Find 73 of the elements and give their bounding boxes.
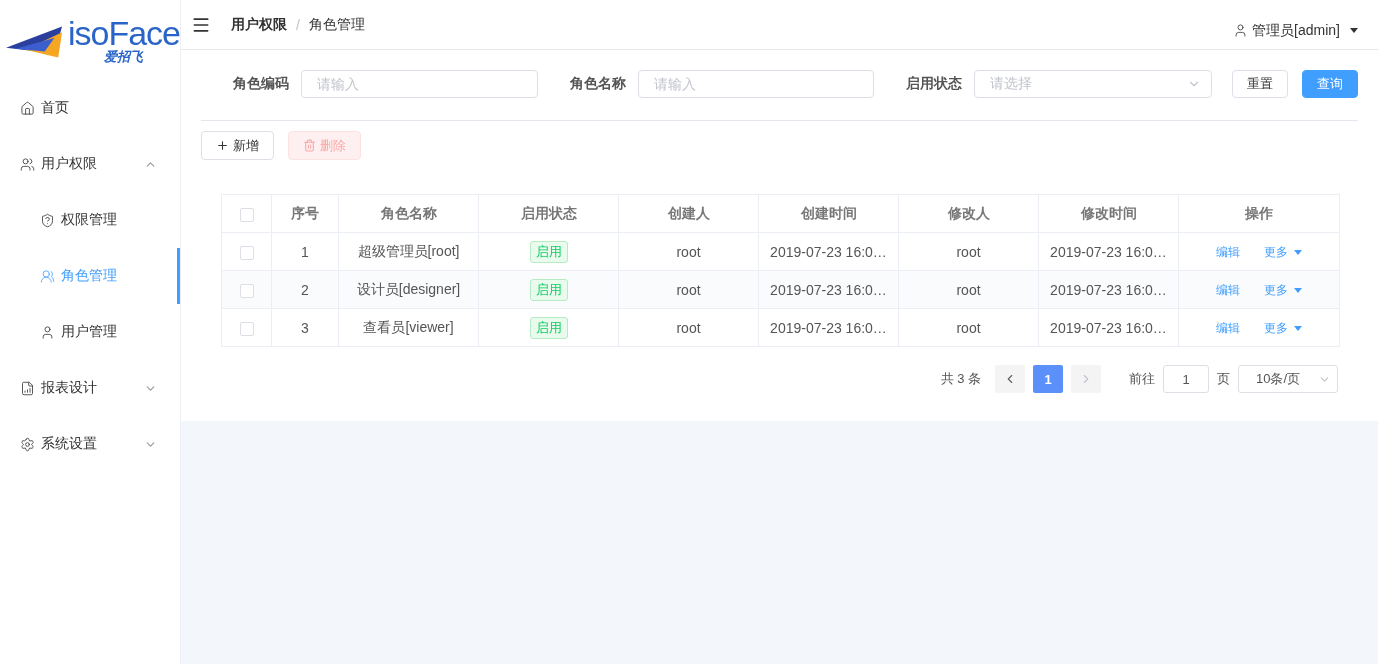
column-header: 创建人 (618, 194, 759, 233)
logo-wordmark: isoFace (67, 16, 180, 50)
user-icon (40, 324, 55, 340)
column-header: 修改人 (898, 194, 1039, 233)
caret-icon (1294, 249, 1302, 255)
user-icon (1233, 23, 1249, 38)
column-header: 序号 (271, 194, 339, 233)
breadcrumb-item: 角色管理 (308, 15, 365, 34)
table-cell: 2019-07-23 16:0… (758, 308, 899, 347)
next-page-button[interactable] (1071, 365, 1101, 393)
document-icon (20, 380, 35, 396)
sidebar-item[interactable]: 报表设计 (0, 360, 180, 416)
reset-button[interactable]: 重置 (1232, 70, 1288, 98)
column-header: 修改时间 (1038, 194, 1179, 233)
table-cell: 2019-07-23 16:0… (1038, 308, 1179, 347)
breadcrumb-separator: / (296, 16, 300, 33)
caret-icon (1294, 287, 1302, 293)
checkbox[interactable] (239, 245, 254, 260)
status-tag: 启用 (529, 278, 568, 301)
sidebar-item[interactable]: 首页 (0, 80, 180, 136)
table-cell: 2019-07-23 16:0… (758, 270, 899, 309)
checkbox[interactable] (239, 207, 254, 222)
plus-icon (216, 139, 229, 152)
input-field[interactable]: 请输入 (301, 70, 538, 98)
home-icon (20, 100, 35, 116)
table-cell: root (898, 232, 1039, 271)
logo-subtitle: 爱招飞 (104, 50, 144, 64)
table-cell: 2019-07-23 16:0… (1038, 232, 1179, 271)
table-cell: 超级管理员[root] (338, 232, 479, 271)
sidebar-item[interactable]: 用户管理 (0, 304, 180, 360)
column-header: 角色名称 (338, 194, 479, 233)
column-header: 操作 (1178, 194, 1340, 233)
page-input[interactable]: 1 (1163, 365, 1209, 393)
page-size-select[interactable]: 10条/页 (1238, 365, 1338, 393)
users-icon (20, 156, 35, 172)
table-cell: 3 (271, 308, 339, 347)
status-tag: 启用 (529, 316, 568, 339)
checkbox[interactable] (239, 283, 254, 298)
status-tag: 启用 (529, 240, 568, 263)
column-header: 启用状态 (478, 194, 619, 233)
table-cell: root (898, 308, 1039, 347)
filter-label: 启用状态 (906, 75, 963, 93)
column-header: 创建时间 (758, 194, 899, 233)
prev-page-button[interactable] (995, 365, 1025, 393)
sidebar-item[interactable]: 权限管理 (0, 192, 180, 248)
caret-icon (1350, 28, 1358, 33)
table-cell: 1 (271, 232, 339, 271)
caret-icon (1294, 325, 1302, 331)
table-cell: root (898, 270, 1039, 309)
table-cell: 2019-07-23 16:0… (1038, 270, 1179, 309)
trash-icon (303, 139, 316, 152)
user-menu[interactable]: 管理员[admin] (1233, 9, 1358, 40)
table-cell: 2019-07-23 16:0… (758, 232, 899, 271)
goto-label: 前往 (1129, 370, 1155, 388)
filter-label: 角色编码 (233, 75, 289, 93)
filter-label: 角色名称 (569, 75, 626, 93)
settings-icon (20, 436, 35, 452)
users-icon (40, 268, 55, 284)
table-cell: 2 (271, 270, 339, 309)
checkbox[interactable] (239, 321, 254, 336)
total-count: 共 3 条 (940, 370, 981, 388)
table-cell: root (618, 270, 759, 309)
table-cell: 查看员[viewer] (338, 308, 479, 347)
table-cell: 设计员[designer] (338, 270, 479, 309)
shield-icon (40, 212, 55, 228)
page-suffix: 页 (1217, 370, 1230, 388)
breadcrumb-item[interactable]: 用户权限 (231, 15, 287, 34)
sidebar-item[interactable]: 用户权限 (0, 136, 180, 192)
sidebar-item[interactable]: 系统设置 (0, 416, 180, 472)
input-field[interactable]: 请输入 (637, 70, 875, 98)
table-cell: root (618, 232, 759, 271)
table-cell: root (618, 308, 759, 347)
add-button[interactable]: 新增 (201, 131, 274, 160)
